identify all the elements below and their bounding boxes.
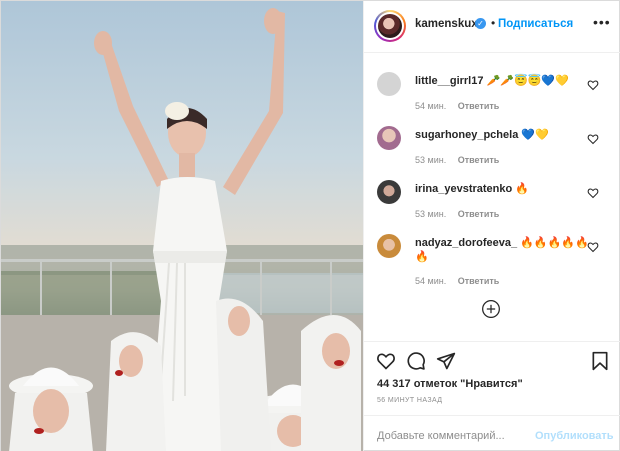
comment-username[interactable]: irina_yevstratenko (415, 183, 512, 195)
follow-button[interactable]: Подписаться (498, 18, 573, 30)
comment-text: irina_yevstratenko 🔥 (415, 182, 595, 196)
comment-text: nadyaz_dorofeeva_ 🔥🔥🔥🔥🔥🔥 (415, 236, 595, 264)
comment-avatar[interactable] (377, 234, 401, 258)
comment-username[interactable]: sugarhoney_pchela (415, 129, 518, 141)
load-more-comments-icon[interactable] (481, 299, 501, 319)
comment-avatar[interactable] (377, 180, 401, 204)
comment-input[interactable] (377, 428, 527, 444)
comment-body: 🔥 (515, 183, 529, 195)
like-heart-icon[interactable] (376, 351, 396, 371)
comment-username[interactable]: little__girrl17 (415, 75, 483, 87)
comment-time: 53 мин. (415, 209, 447, 219)
reply-button[interactable]: Ответить (458, 276, 500, 286)
comment-username[interactable]: nadyaz_dorofeeva_ (415, 237, 517, 249)
comment-time: 54 мин. (415, 276, 447, 286)
instagram-post: kamenskux ✓ • Подписаться ••• little__gi… (0, 0, 620, 451)
comment-meta: 53 мин. Ответить (415, 155, 508, 165)
header-separator: • (491, 16, 496, 30)
comment-heart-icon[interactable] (587, 241, 599, 253)
author-avatar[interactable] (374, 10, 406, 42)
comment-icon[interactable] (406, 351, 426, 371)
comment-meta: 54 мин. Ответить (415, 276, 508, 286)
comment-body: 💙💛 (521, 129, 549, 141)
add-comment-bar: Опубликовать (364, 415, 620, 451)
comment-avatar[interactable] (377, 126, 401, 150)
publish-button[interactable]: Опубликовать (535, 430, 614, 442)
comment-meta: 53 мин. Ответить (415, 209, 508, 219)
reply-button[interactable]: Ответить (458, 101, 500, 111)
comment-heart-icon[interactable] (587, 133, 599, 145)
post-sidebar: kamenskux ✓ • Подписаться ••• little__gi… (363, 1, 620, 451)
reply-button[interactable]: Ответить (458, 155, 500, 165)
reply-button[interactable]: Ответить (458, 209, 500, 219)
post-photo[interactable] (1, 1, 363, 451)
post-timestamp: 56 МИНУТ НАЗАД (377, 397, 443, 404)
comment-avatar[interactable] (377, 72, 401, 96)
comments-list[interactable]: little__girrl17 🥕🥕😇😇💙💛 54 мин. Ответить … (364, 54, 620, 341)
share-icon[interactable] (436, 351, 456, 371)
comment-meta: 54 мин. Ответить (415, 101, 508, 111)
more-options-icon[interactable]: ••• (593, 14, 611, 30)
photo-illustration (1, 8, 363, 451)
comment-text: sugarhoney_pchela 💙💛 (415, 128, 595, 142)
comment-body: 🥕🥕😇😇💙💛 (486, 75, 569, 87)
comment-heart-icon[interactable] (587, 187, 599, 199)
avatar-image (378, 14, 402, 38)
likes-count[interactable]: 44 317 отметок "Нравится" (377, 378, 523, 390)
author-username[interactable]: kamenskux (415, 18, 478, 30)
comment-heart-icon[interactable] (587, 79, 599, 91)
comment-time: 54 мин. (415, 101, 447, 111)
comment-text: little__girrl17 🥕🥕😇😇💙💛 (415, 74, 595, 88)
verified-badge-icon: ✓ (475, 18, 486, 29)
post-actions: 44 317 отметок "Нравится" 56 МИНУТ НАЗАД… (364, 341, 620, 451)
comment-time: 53 мин. (415, 155, 447, 165)
bookmark-icon[interactable] (590, 351, 610, 371)
post-header: kamenskux ✓ • Подписаться ••• (364, 1, 620, 53)
